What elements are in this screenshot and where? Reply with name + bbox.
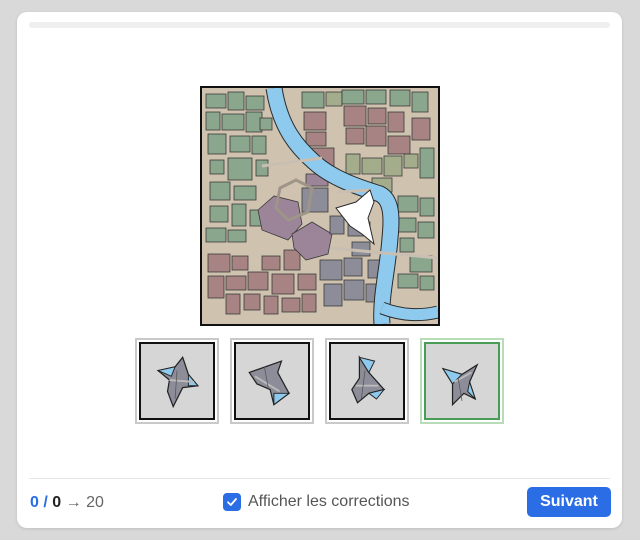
- show-corrections-label: Afficher les corrections: [248, 493, 410, 510]
- piece-shape-icon: [248, 360, 291, 406]
- choice-2-frame: [234, 342, 310, 420]
- choice-4-frame: [424, 342, 500, 420]
- city-map-drawing: [202, 88, 438, 324]
- checkmark-icon: [227, 498, 237, 506]
- choice-1[interactable]: [135, 338, 219, 424]
- choice-4[interactable]: [420, 338, 504, 424]
- piece-shape-icon: [156, 356, 200, 409]
- city-map: [200, 86, 440, 326]
- choice-2[interactable]: [230, 338, 314, 424]
- piece-shape-icon: [441, 363, 479, 407]
- show-corrections-checkbox[interactable]: [223, 493, 241, 511]
- score-total: 0: [52, 494, 62, 511]
- footer-divider: [29, 478, 610, 479]
- score-display: 0 / 0 → 20: [30, 494, 104, 512]
- next-button[interactable]: Suivant: [527, 487, 611, 517]
- arrow-icon: →: [65, 494, 82, 511]
- choice-1-frame: [139, 342, 215, 420]
- score-goal: 20: [86, 494, 104, 511]
- score-correct: 0: [30, 494, 39, 511]
- score-separator: /: [43, 494, 48, 511]
- choice-3[interactable]: [325, 338, 409, 424]
- show-corrections-toggle[interactable]: Afficher les corrections: [223, 492, 410, 512]
- piece-shape-icon: [351, 355, 386, 404]
- answer-choices: [135, 338, 505, 424]
- quiz-card: 0 / 0 → 20 Afficher les corrections Suiv…: [17, 12, 622, 528]
- choice-3-frame: [329, 342, 405, 420]
- progress-bar: [29, 22, 610, 28]
